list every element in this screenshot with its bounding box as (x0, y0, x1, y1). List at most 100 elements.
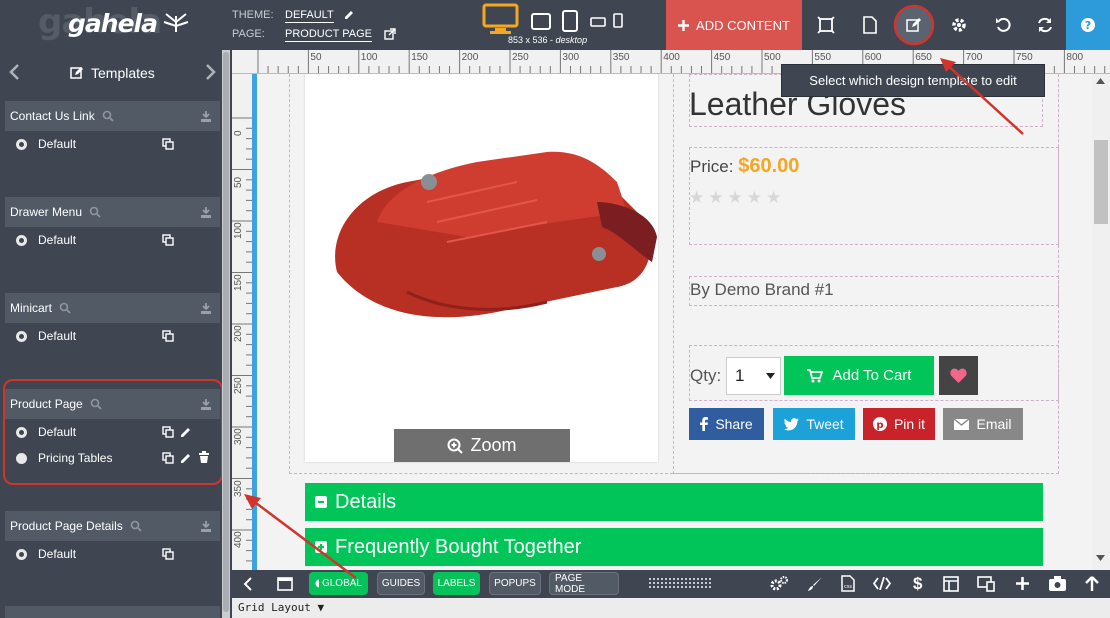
product-image[interactable] (317, 112, 657, 342)
cogs-icon[interactable] (770, 576, 788, 592)
window-icon[interactable] (277, 577, 293, 591)
sidebar-header: Templates (0, 50, 222, 94)
star-icon[interactable]: ★ (766, 188, 781, 207)
chevron-left-icon[interactable] (8, 64, 20, 80)
download-icon[interactable] (200, 302, 212, 314)
ruler-tick-label: 400 (233, 531, 244, 548)
copy-icon[interactable] (162, 330, 174, 342)
template-item[interactable]: Default (5, 541, 220, 567)
download-icon[interactable] (200, 110, 212, 122)
accordion-details[interactable]: Details (305, 483, 1043, 521)
refresh-button[interactable] (1023, 0, 1067, 50)
page-button[interactable] (848, 0, 892, 50)
scroll-up-icon[interactable] (1096, 78, 1105, 84)
chevron-left-icon[interactable] (243, 577, 253, 591)
guides-toggle[interactable]: GUIDES (377, 572, 425, 595)
pin-it-button[interactable]: p Pin it (863, 408, 935, 440)
rating-stars[interactable]: ★ ★ ★ ★ ★ (689, 188, 785, 208)
group-name: Product Page Details (10, 519, 123, 533)
ruler-tick-label: 50 (233, 176, 244, 188)
ruler-tick-label: 150 (233, 273, 244, 291)
edit-icon (906, 18, 921, 32)
desktop-icon[interactable] (482, 3, 520, 35)
dollar-icon[interactable]: $ (913, 574, 922, 594)
sidebar-scrollbar[interactable] (222, 50, 230, 618)
pencil-icon[interactable] (343, 9, 355, 21)
ruler-tick-label: 150 (411, 52, 428, 63)
app-logo[interactable]: gahela gahela (30, 0, 220, 50)
search-icon[interactable] (130, 520, 142, 532)
popups-toggle[interactable]: POPUPS (489, 572, 541, 595)
add-content-button[interactable]: ADD CONTENT (666, 0, 802, 50)
add-to-cart-button[interactable]: Add To Cart (784, 356, 934, 395)
copy-icon[interactable] (162, 234, 174, 246)
external-link-icon[interactable] (384, 28, 396, 40)
css-file-icon[interactable]: css (841, 575, 855, 592)
ruler-tick-label: 350 (233, 479, 244, 497)
code-icon[interactable] (873, 577, 891, 590)
star-icon[interactable]: ★ (728, 188, 743, 207)
scroll-down-icon[interactable] (1096, 555, 1105, 561)
star-icon[interactable]: ★ (689, 188, 704, 207)
accordion-frequently-bought[interactable]: Frequently Bought Together (305, 528, 1043, 566)
minus-square-icon (315, 496, 327, 508)
laptop-icon[interactable] (530, 12, 552, 32)
tablet-icon[interactable] (561, 9, 579, 33)
radio-button[interactable] (16, 234, 27, 246)
svg-text:p: p (876, 420, 883, 431)
settings-button[interactable] (937, 0, 981, 50)
template-item[interactable]: Default (5, 131, 220, 157)
star-icon[interactable]: ★ (747, 188, 762, 207)
undo-icon (996, 17, 1011, 32)
email-button[interactable]: Email (943, 408, 1023, 440)
paintbrush-icon[interactable] (807, 576, 823, 592)
qty-select[interactable]: 1 (726, 357, 781, 395)
ruler-tick-label: 800 (1066, 52, 1084, 63)
radio-button[interactable] (16, 548, 27, 560)
radio-button[interactable] (16, 330, 27, 342)
copy-icon[interactable] (162, 548, 174, 560)
tweet-button[interactable]: Tweet (773, 408, 855, 440)
arrow-up-icon[interactable] (1085, 576, 1099, 591)
edit-template-button[interactable] (892, 0, 936, 50)
price-label: Price: (690, 157, 734, 176)
undo-button[interactable] (981, 0, 1025, 50)
search-icon[interactable] (59, 302, 71, 314)
phone-landscape-icon[interactable] (590, 17, 606, 27)
responsive-icon[interactable] (977, 576, 995, 592)
grid-layout-dropdown[interactable]: Grid Layout ▼ (232, 598, 1110, 618)
layout-icon[interactable] (943, 576, 959, 592)
page-value[interactable]: PRODUCT PAGE (285, 28, 372, 42)
price-value: $60.00 (738, 155, 800, 177)
leaf-icon (163, 13, 189, 32)
ruler-tick-label: 200 (233, 325, 244, 342)
radio-button[interactable] (16, 138, 27, 150)
copy-icon[interactable] (162, 138, 174, 150)
theme-value[interactable]: DEFAULT (285, 9, 334, 23)
download-icon[interactable] (200, 520, 212, 532)
search-icon[interactable] (89, 206, 101, 218)
share-button[interactable]: Share (689, 408, 764, 440)
page-canvas[interactable]: Zoom Leather Gloves Price: $60.00 ★ ★ ★ ★ ★ … (252, 74, 1092, 570)
plus-icon[interactable] (1016, 577, 1029, 590)
global-toggle[interactable]: GLOBAL (309, 572, 368, 595)
gear-icon (952, 18, 966, 32)
labels-toggle[interactable]: LABELS (433, 572, 480, 595)
template-item-label: Default (38, 233, 77, 247)
phone-icon[interactable] (613, 13, 623, 29)
camera-icon[interactable] (1049, 576, 1066, 591)
select-frame-button[interactable] (804, 0, 848, 50)
zoom-button[interactable]: Zoom (394, 429, 570, 462)
wishlist-button[interactable] (939, 356, 978, 395)
drag-handle-icon[interactable] (649, 578, 713, 589)
canvas-scrollbar[interactable] (1092, 74, 1110, 570)
page-mode-toggle[interactable]: PAGE MODE (549, 572, 619, 595)
template-item[interactable]: Default (5, 323, 220, 349)
download-icon[interactable] (200, 206, 212, 218)
chevron-right-icon[interactable] (205, 64, 217, 80)
search-icon[interactable] (102, 110, 114, 122)
heart-icon (950, 368, 967, 383)
help-button[interactable]: ? (1066, 0, 1110, 50)
star-icon[interactable]: ★ (708, 188, 723, 207)
template-item[interactable]: Default (5, 227, 220, 253)
